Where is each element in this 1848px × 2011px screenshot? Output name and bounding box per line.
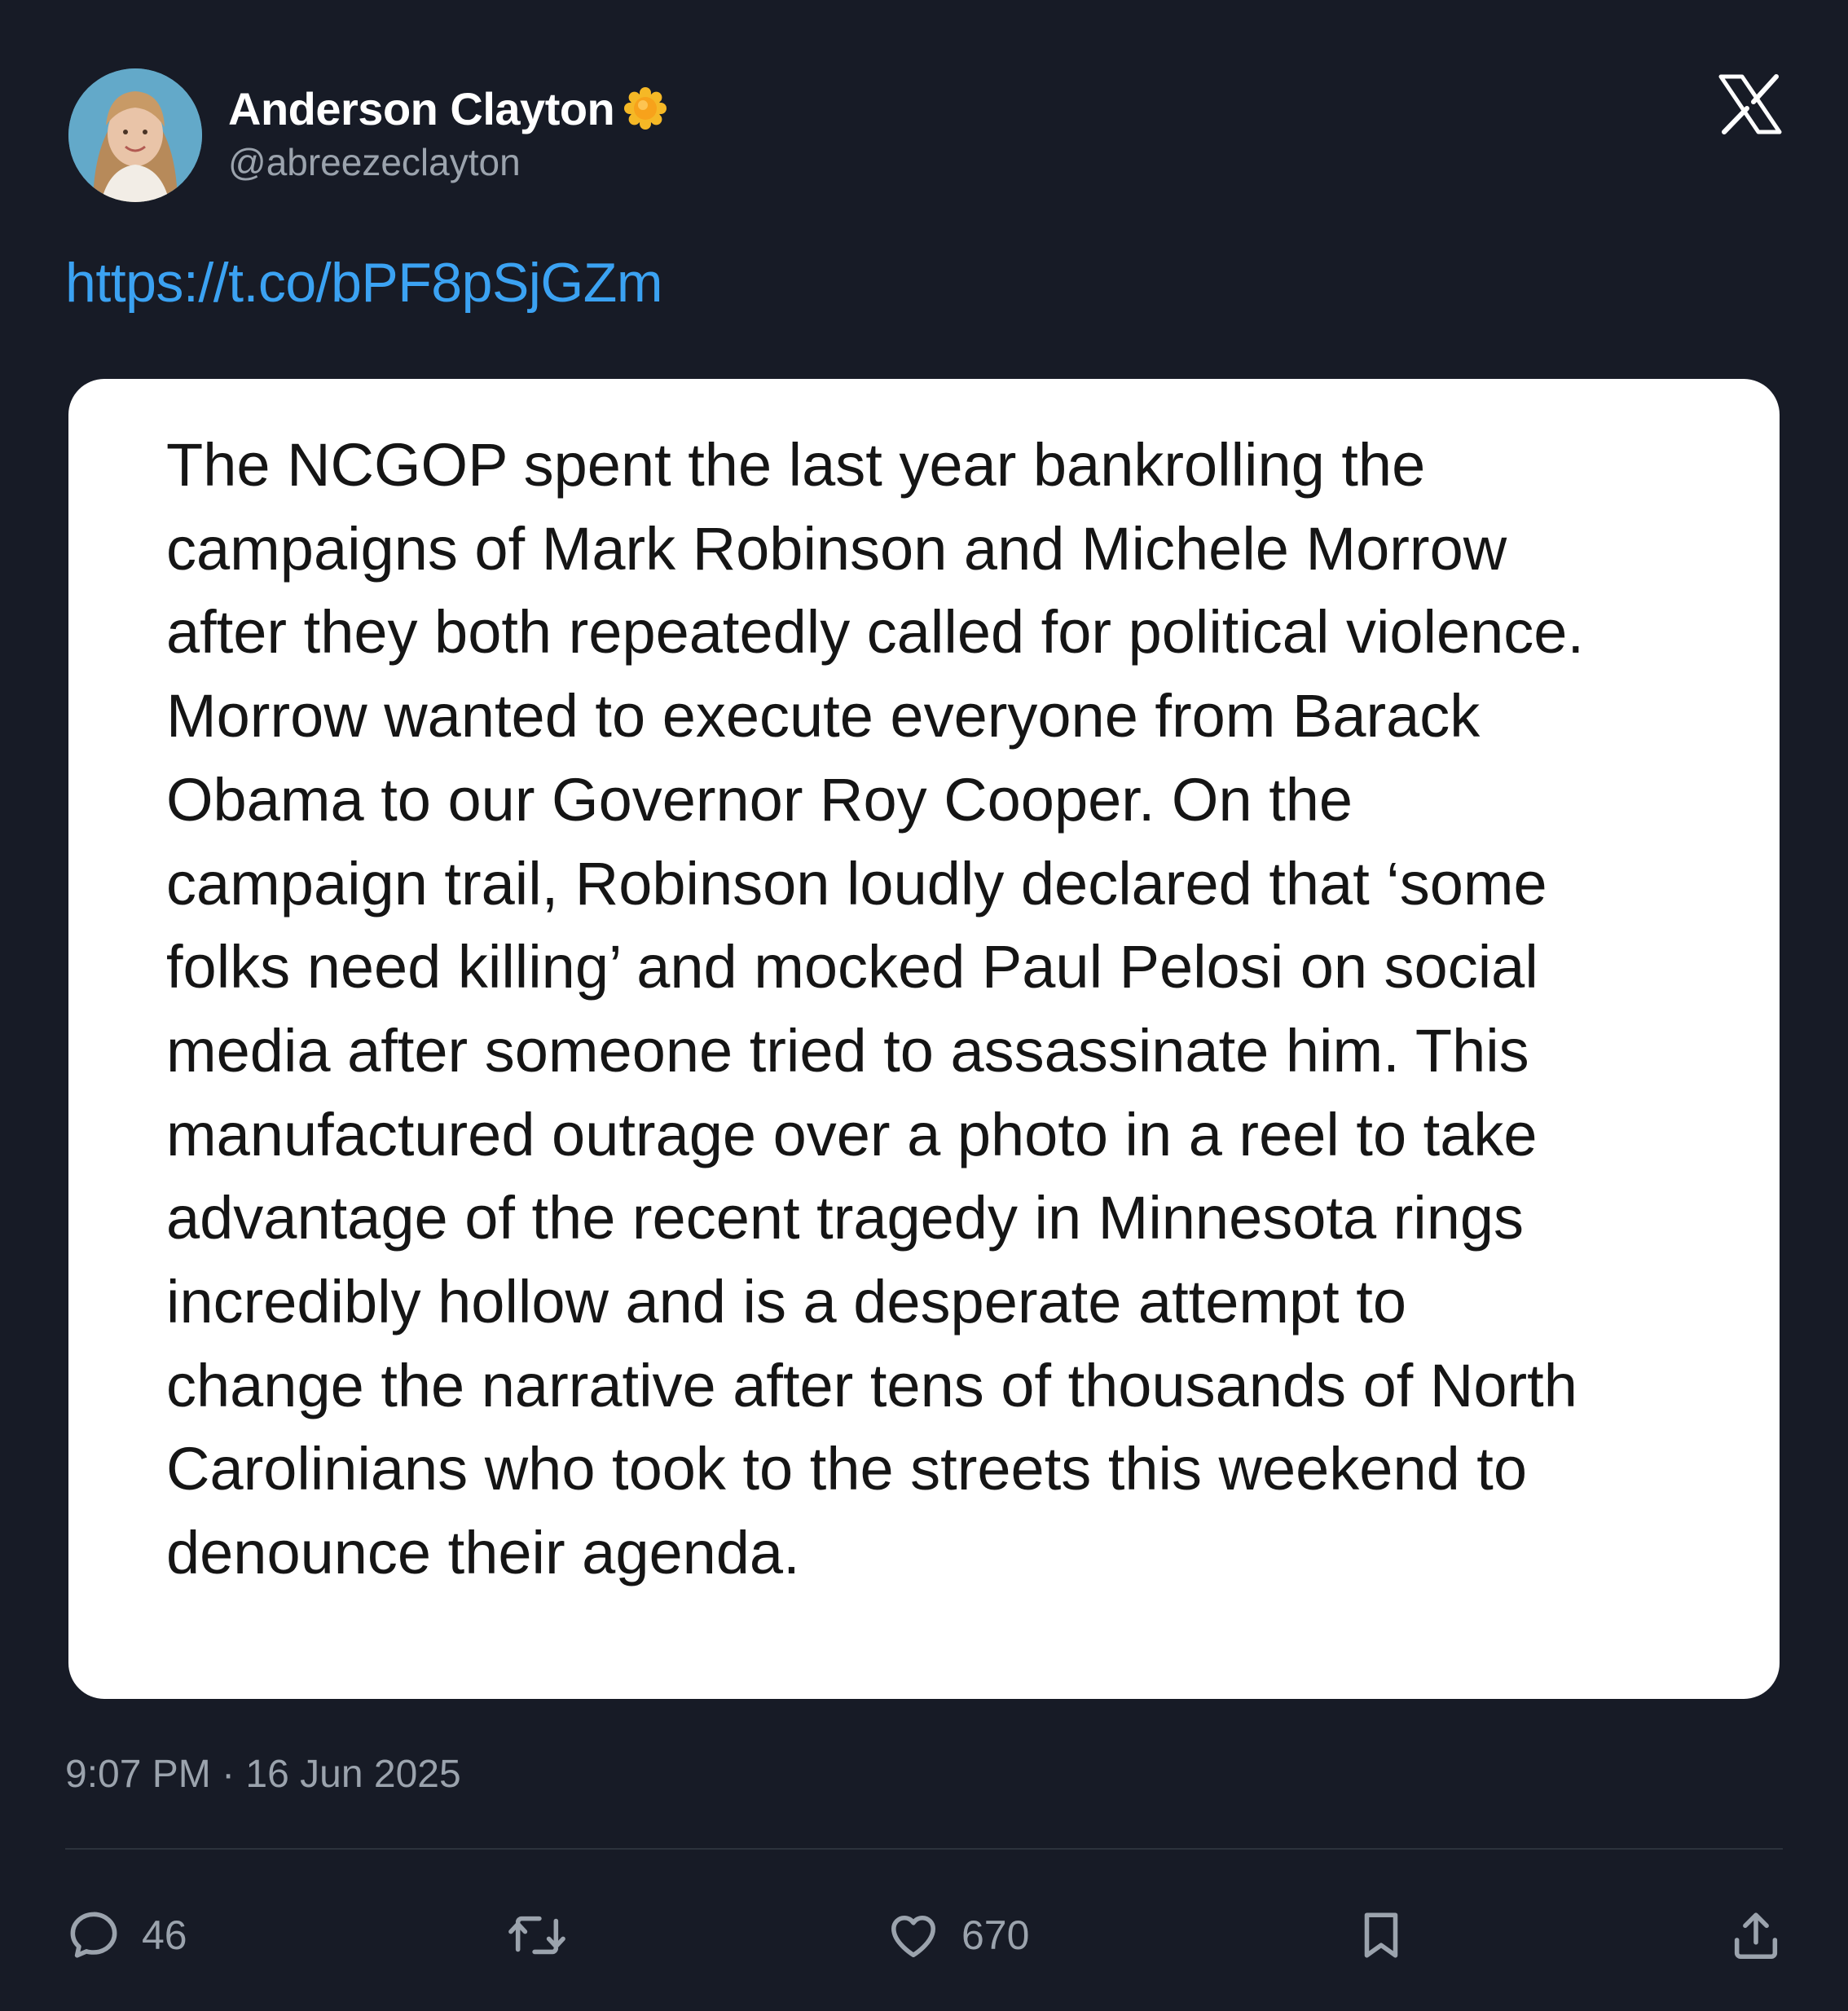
media-text-line: folks need killing’ and mocked Paul Pelo… <box>166 933 1538 1001</box>
heart-icon <box>891 1915 935 1957</box>
tweet-timestamp[interactable]: 9:07 PM · 16 Jun 2025 <box>65 1752 461 1797</box>
like-count: 670 <box>961 1912 1030 1958</box>
bookmark-icon <box>1364 1912 1398 1958</box>
retweet-icon <box>508 1916 565 1955</box>
reply-count: 46 <box>142 1912 187 1958</box>
media-text-line: after they both repeatedly called for po… <box>166 598 1585 667</box>
x-logo-icon[interactable] <box>1718 72 1783 137</box>
avatar[interactable] <box>68 68 202 202</box>
share-icon <box>1734 1912 1778 1960</box>
gold-verified-badge-icon[interactable] <box>623 86 668 131</box>
media-text-line: incredibly hollow and is a desperate att… <box>166 1268 1406 1336</box>
author-block: Anderson Clayton @abreezeclayton <box>228 80 668 184</box>
media-text-line: Morrow wanted to execute everyone from B… <box>166 682 1481 750</box>
media-statement-text: The NCGOP spent the last year bankrollin… <box>166 424 1698 1595</box>
media-text-line: campaigns of Mark Robinson and Michele M… <box>166 514 1507 583</box>
media-text-line: Carolinians who took to the streets this… <box>166 1435 1528 1503</box>
action-bar: 46 670 <box>65 1890 1783 1980</box>
tweet-media-image[interactable]: The NCGOP spent the last year bankrollin… <box>68 379 1780 1699</box>
media-text-line: The NCGOP spent the last year bankrollin… <box>166 431 1426 499</box>
divider <box>65 1848 1783 1850</box>
bookmark-button[interactable] <box>1353 1890 1410 1980</box>
avatar-image <box>68 68 202 202</box>
media-text-line: denounce their agenda. <box>166 1519 800 1587</box>
like-button[interactable]: 670 <box>885 1890 1029 1980</box>
retweet-button[interactable] <box>505 1890 588 1980</box>
display-name-row: Anderson Clayton <box>228 80 668 137</box>
tweet-link[interactable]: https://t.co/bPF8pSjGZm <box>65 251 662 315</box>
share-button[interactable] <box>1727 1890 1784 1980</box>
media-text-line: Obama to our Governor Roy Cooper. On the <box>166 765 1353 834</box>
tweet: Anderson Clayton @abreezeclayton https:/… <box>65 65 1783 2004</box>
reply-icon <box>70 1912 117 1958</box>
media-text-line: change the narrative after tens of thous… <box>166 1351 1577 1419</box>
media-text-line: media after someone tried to assassinate… <box>166 1016 1529 1085</box>
tweet-header: Anderson Clayton @abreezeclayton <box>65 65 1783 204</box>
media-text-line: manufactured outrage over a photo in a r… <box>166 1100 1538 1168</box>
reply-button[interactable]: 46 <box>65 1890 187 1980</box>
media-text-line: campaign trail, Robinson loudly declared… <box>166 849 1547 917</box>
media-text-line: advantage of the recent tragedy in Minne… <box>166 1184 1525 1252</box>
author-handle[interactable]: @abreezeclayton <box>228 140 668 184</box>
display-name[interactable]: Anderson Clayton <box>228 82 615 135</box>
